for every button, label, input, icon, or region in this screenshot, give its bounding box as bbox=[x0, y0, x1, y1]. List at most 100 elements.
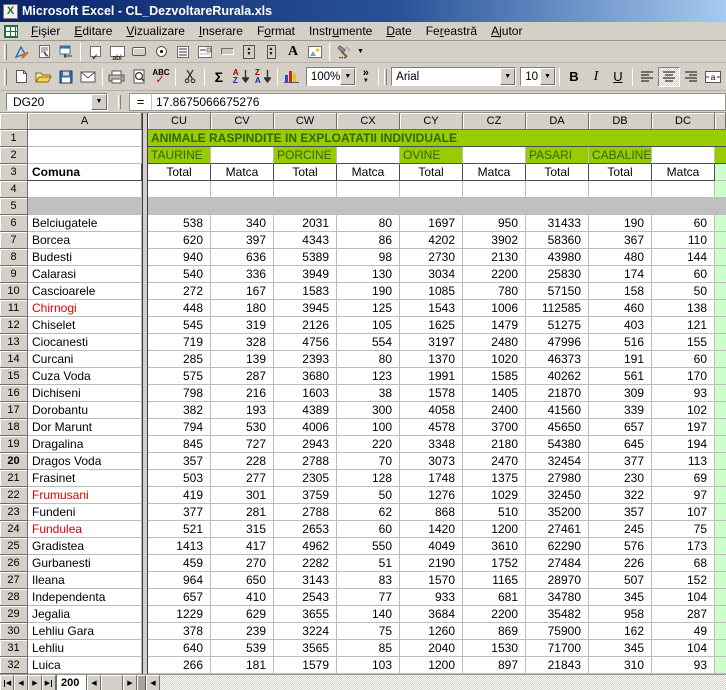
cell-CY12[interactable]: 1625 bbox=[400, 317, 463, 334]
toolbar-options-button[interactable]: » ▼ bbox=[356, 67, 375, 87]
cell-CW19[interactable]: 2943 bbox=[274, 436, 337, 453]
cell-DA5[interactable] bbox=[526, 198, 589, 215]
cell-CZ30[interactable]: 869 bbox=[463, 623, 526, 640]
cell-DB11[interactable]: 460 bbox=[589, 300, 652, 317]
cell-A13-commune-name[interactable]: Ciocanesti bbox=[28, 334, 142, 351]
cell-CV14[interactable]: 139 bbox=[211, 351, 274, 368]
group-header-pasari[interactable]: PASARI bbox=[526, 147, 589, 164]
cell-CV4[interactable] bbox=[211, 181, 274, 198]
cell-CW22[interactable]: 3759 bbox=[274, 487, 337, 504]
cell-CV21[interactable]: 277 bbox=[211, 470, 274, 487]
group-header-cabaline[interactable]: CABALINE bbox=[589, 147, 652, 164]
subheader-CV[interactable]: Matca bbox=[211, 164, 274, 181]
cell-A20-commune-name[interactable]: Dragos Voda bbox=[28, 453, 142, 470]
cell-A5[interactable] bbox=[28, 198, 142, 215]
cell-DC27[interactable]: 152 bbox=[652, 572, 715, 589]
cell-DA24[interactable]: 27461 bbox=[526, 521, 589, 538]
cell-CU27[interactable]: 964 bbox=[148, 572, 211, 589]
row-header-22[interactable]: 22 bbox=[0, 487, 28, 504]
font-name-dropdown-icon[interactable]: ▼ bbox=[500, 68, 515, 85]
cell-CV29[interactable]: 629 bbox=[211, 606, 274, 623]
row-header-32[interactable]: 32 bbox=[0, 657, 28, 674]
cell-CX20[interactable]: 70 bbox=[337, 453, 400, 470]
cell-CV22[interactable]: 301 bbox=[211, 487, 274, 504]
cell-CX28[interactable]: 77 bbox=[337, 589, 400, 606]
cell-DA27[interactable]: 28970 bbox=[526, 572, 589, 589]
subheader-DA[interactable]: Total bbox=[526, 164, 589, 181]
cell-A18-commune-name[interactable]: Dor Marunt bbox=[28, 419, 142, 436]
row-header-16[interactable]: 16 bbox=[0, 385, 28, 402]
cell-CY17[interactable]: 4058 bbox=[400, 402, 463, 419]
more-controls-dropdown[interactable]: ▼ bbox=[357, 48, 364, 55]
column-header-CW[interactable]: CW bbox=[274, 113, 337, 130]
cell-CY5[interactable] bbox=[400, 198, 463, 215]
cell-CU17[interactable]: 382 bbox=[148, 402, 211, 419]
cell-DB25[interactable]: 576 bbox=[589, 538, 652, 555]
font-size-dropdown-icon[interactable]: ▼ bbox=[540, 68, 555, 85]
menu-vizualizare[interactable]: Vizualizare bbox=[119, 22, 192, 40]
cell-CU25[interactable]: 1413 bbox=[148, 538, 211, 555]
cell-CX14[interactable]: 80 bbox=[337, 351, 400, 368]
cell-A1[interactable] bbox=[28, 130, 142, 147]
cell-r10-partial[interactable] bbox=[715, 283, 726, 300]
cell-DB26[interactable]: 226 bbox=[589, 555, 652, 572]
cell-DB23[interactable]: 357 bbox=[589, 504, 652, 521]
cell-r17-partial[interactable] bbox=[715, 402, 726, 419]
cell-CU21[interactable]: 503 bbox=[148, 470, 211, 487]
cell-CU31[interactable]: 640 bbox=[148, 640, 211, 657]
cell-CY30[interactable]: 1260 bbox=[400, 623, 463, 640]
cell-CY21[interactable]: 1748 bbox=[400, 470, 463, 487]
cell-CV15[interactable]: 287 bbox=[211, 368, 274, 385]
zoom-combobox[interactable]: 100% ▼ bbox=[306, 67, 356, 86]
cell-CY13[interactable]: 3197 bbox=[400, 334, 463, 351]
cell-CU23[interactable]: 377 bbox=[148, 504, 211, 521]
cell-CY19[interactable]: 3348 bbox=[400, 436, 463, 453]
cell-DB6[interactable]: 190 bbox=[589, 215, 652, 232]
cell-CW23[interactable]: 2788 bbox=[274, 504, 337, 521]
font-name-combobox[interactable]: Arial ▼ bbox=[391, 67, 516, 86]
cell-A24-commune-name[interactable]: Fundulea bbox=[28, 521, 142, 538]
cell-CU24[interactable]: 521 bbox=[148, 521, 211, 538]
cell-r4-partial[interactable] bbox=[715, 181, 726, 198]
cell-CW30[interactable]: 3224 bbox=[274, 623, 337, 640]
more-controls-button[interactable] bbox=[333, 42, 355, 62]
cell-DC11[interactable]: 138 bbox=[652, 300, 715, 317]
cell-DA6[interactable]: 31433 bbox=[526, 215, 589, 232]
cell-CY16[interactable]: 1578 bbox=[400, 385, 463, 402]
cell-CU16[interactable]: 798 bbox=[148, 385, 211, 402]
cell-DA22[interactable]: 32450 bbox=[526, 487, 589, 504]
cell-DA7[interactable]: 58360 bbox=[526, 232, 589, 249]
cell-DB19[interactable]: 645 bbox=[589, 436, 652, 453]
cell-DC18[interactable]: 197 bbox=[652, 419, 715, 436]
spin-button-control-button[interactable]: ▲▼ bbox=[260, 42, 282, 62]
cell-CY18[interactable]: 4578 bbox=[400, 419, 463, 436]
cell-CU5[interactable] bbox=[148, 198, 211, 215]
cell-CW32[interactable]: 1579 bbox=[274, 657, 337, 674]
cell-CX24[interactable]: 60 bbox=[337, 521, 400, 538]
cell-DA14[interactable]: 46373 bbox=[526, 351, 589, 368]
cell-CW21[interactable]: 2305 bbox=[274, 470, 337, 487]
cell-CX7[interactable]: 86 bbox=[337, 232, 400, 249]
cell-CZ24[interactable]: 1200 bbox=[463, 521, 526, 538]
cell-DA28[interactable]: 34780 bbox=[526, 589, 589, 606]
cell-CV16[interactable]: 216 bbox=[211, 385, 274, 402]
command-button-control-button[interactable] bbox=[128, 42, 150, 62]
cell-CW29[interactable]: 3655 bbox=[274, 606, 337, 623]
italic-button[interactable]: I bbox=[585, 67, 607, 87]
autosum-button[interactable]: Σ bbox=[208, 67, 230, 87]
cell-CU18[interactable]: 794 bbox=[148, 419, 211, 436]
cell-CU11[interactable]: 448 bbox=[148, 300, 211, 317]
cell-CY25[interactable]: 4049 bbox=[400, 538, 463, 555]
cell-DB12[interactable]: 403 bbox=[589, 317, 652, 334]
menu-inserare[interactable]: Inserare bbox=[192, 22, 250, 40]
row-header-11[interactable]: 11 bbox=[0, 300, 28, 317]
cell-r6-partial[interactable] bbox=[715, 215, 726, 232]
cell-DC5[interactable] bbox=[652, 198, 715, 215]
subheader-CZ[interactable]: Matca bbox=[463, 164, 526, 181]
cell-DA16[interactable]: 21870 bbox=[526, 385, 589, 402]
cell-CU13[interactable]: 719 bbox=[148, 334, 211, 351]
row-header-13[interactable]: 13 bbox=[0, 334, 28, 351]
row-header-2[interactable]: 2 bbox=[0, 147, 28, 164]
cell-DB31[interactable]: 345 bbox=[589, 640, 652, 657]
cell-DC31[interactable]: 104 bbox=[652, 640, 715, 657]
